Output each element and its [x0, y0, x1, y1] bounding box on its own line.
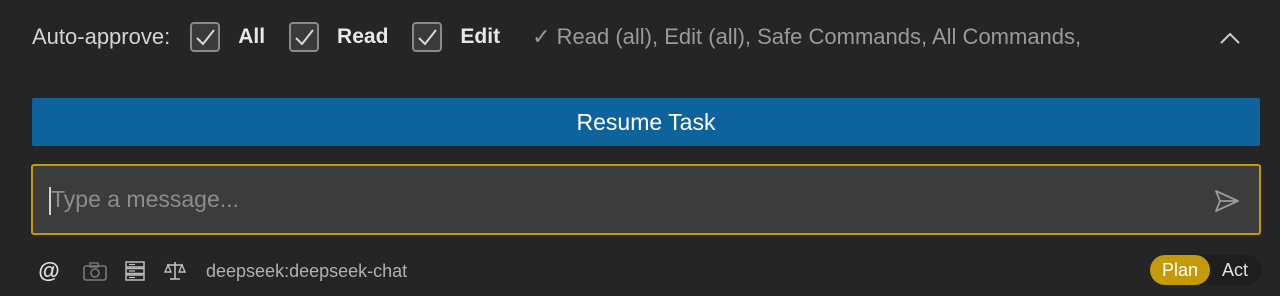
checkbox-read-label: Read	[337, 25, 389, 48]
message-input-container	[31, 164, 1261, 235]
auto-approve-bar: Auto-approve: All Read Edit ✓ Read (all)…	[32, 16, 1264, 58]
checkbox-edit-label: Edit	[460, 25, 501, 48]
checkbox-edit[interactable]: Edit	[412, 22, 500, 52]
send-icon	[1215, 190, 1239, 212]
camera-icon	[83, 262, 107, 281]
collapse-button[interactable]	[1216, 24, 1244, 52]
check-icon	[418, 29, 438, 46]
at-mention-icon: @	[38, 258, 60, 283]
scale-icon	[164, 262, 186, 280]
checkbox-read[interactable]: Read	[289, 22, 388, 52]
checkbox-read-box[interactable]	[289, 22, 320, 52]
check-icon	[196, 29, 215, 46]
auto-approve-summary[interactable]: ✓ Read (all), Edit (all), Safe Commands,…	[532, 24, 1081, 50]
server-icon	[125, 261, 145, 281]
rules-button[interactable]	[162, 258, 188, 284]
auto-approve-label: Auto-approve:	[32, 24, 171, 49]
chat-panel: Auto-approve: All Read Edit ✓ Read (all)…	[0, 0, 1280, 296]
mcp-servers-button[interactable]	[122, 258, 148, 284]
mention-button[interactable]: @	[36, 258, 62, 284]
image-button[interactable]	[82, 258, 108, 284]
text-caret	[49, 187, 51, 215]
act-mode-option[interactable]: Act	[1210, 255, 1262, 285]
check-icon	[295, 29, 314, 46]
resume-task-button[interactable]: Resume Task	[32, 98, 1260, 146]
checkbox-all[interactable]: All	[190, 22, 265, 52]
mode-toggle[interactable]: Plan Act	[1149, 255, 1262, 285]
model-selector[interactable]: deepseek:deepseek-chat	[206, 261, 407, 282]
send-button[interactable]	[1213, 187, 1241, 215]
checkbox-edit-box[interactable]	[412, 22, 443, 52]
checkbox-all-label: All	[238, 25, 266, 48]
input-toolbar: @ deepseek:deepseek-chat	[36, 256, 407, 286]
checkbox-all-box[interactable]	[190, 22, 221, 52]
message-input[interactable]	[49, 166, 1201, 233]
plan-mode-option[interactable]: Plan	[1149, 255, 1210, 285]
chevron-up-icon	[1220, 32, 1240, 44]
